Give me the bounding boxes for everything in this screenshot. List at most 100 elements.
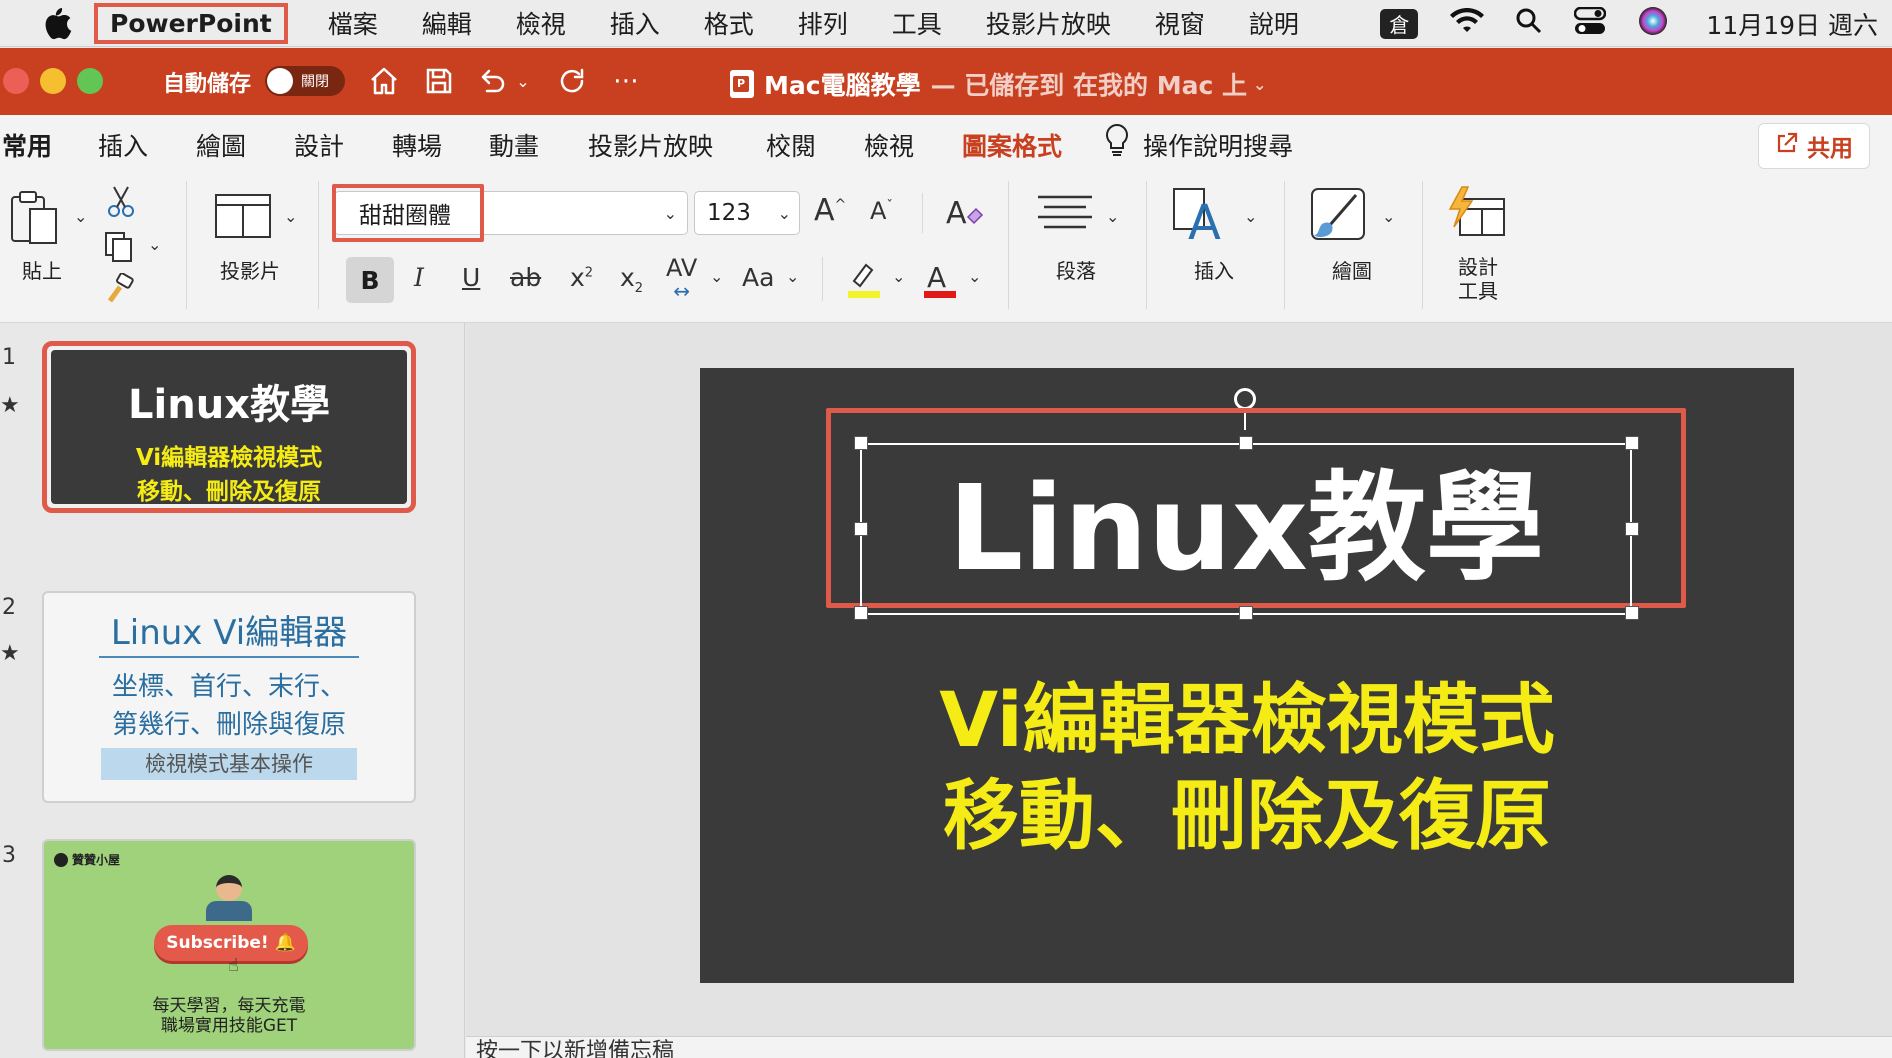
- slide-number: 2: [2, 595, 16, 620]
- resize-handle[interactable]: [1625, 606, 1639, 620]
- highlight-chevron-down-icon[interactable]: ⌄: [892, 267, 905, 286]
- menu-file[interactable]: 檔案: [328, 5, 378, 41]
- subscript-button[interactable]: x2: [620, 263, 643, 296]
- siri-icon[interactable]: [1638, 6, 1668, 42]
- copy-dropdown-chevron-icon[interactable]: ⌄: [148, 235, 161, 254]
- menu-insert[interactable]: 插入: [610, 5, 660, 41]
- title-textbox[interactable]: Linux教學: [860, 443, 1632, 615]
- slide-title[interactable]: Linux教學: [862, 463, 1630, 593]
- shrink-font-button[interactable]: Aˇ: [870, 197, 893, 225]
- menu-arrange[interactable]: 排列: [798, 5, 848, 41]
- character-spacing-button[interactable]: AV ↔: [666, 256, 697, 302]
- highlight-color-icon[interactable]: [846, 259, 882, 303]
- redo-icon[interactable]: [555, 64, 589, 98]
- insert-chevron-down-icon[interactable]: ⌄: [1244, 207, 1257, 226]
- font-size-chevron-down-icon[interactable]: ⌄: [778, 204, 791, 223]
- slide-thumbnail-3[interactable]: 贊贊小屋 Subscribe! 🔔 ☝ 每天學習，每天充電 職場實用技能GET: [42, 839, 416, 1051]
- more-options-icon[interactable]: ⋯: [610, 64, 644, 98]
- current-slide[interactable]: Linux教學 Vi編輯器檢視模式 移動、刪除及復原: [700, 368, 1794, 983]
- bold-button[interactable]: B: [346, 257, 394, 303]
- spacing-chevron-down-icon[interactable]: ⌄: [710, 267, 723, 286]
- menu-clock[interactable]: 11月19日 週六: [1706, 6, 1878, 42]
- tell-me-search[interactable]: 操作說明搜尋: [1143, 127, 1293, 163]
- change-case-button[interactable]: Aa: [742, 263, 774, 292]
- font-size-combobox[interactable]: 123 ⌄: [694, 191, 800, 235]
- share-button[interactable]: 共用: [1758, 123, 1870, 169]
- close-window-button[interactable]: [3, 68, 29, 94]
- undo-icon[interactable]: [474, 64, 508, 98]
- clear-formatting-icon[interactable]: A: [944, 193, 984, 237]
- tab-design[interactable]: 設計: [294, 127, 344, 163]
- resize-handle[interactable]: [1239, 436, 1253, 450]
- paragraph-align-icon[interactable]: [1036, 191, 1094, 241]
- tab-insert[interactable]: 插入: [98, 127, 148, 163]
- menu-slideshow[interactable]: 投影片放映: [986, 5, 1111, 41]
- copy-icon[interactable]: [104, 231, 134, 267]
- app-menu-powerpoint[interactable]: PowerPoint: [94, 2, 288, 44]
- tab-shape-format[interactable]: 圖案格式: [962, 127, 1062, 163]
- slide-thumbnail-2[interactable]: Linux Vi編輯器 坐標、首行、末行、 第幾行、刪除與復原 檢視模式基本操作: [42, 591, 416, 803]
- menu-tools[interactable]: 工具: [892, 5, 942, 41]
- slide-thumbnail-1[interactable]: Linux教學 Vi編輯器檢視模式 移動、刪除及復原: [42, 341, 416, 513]
- drawing-brush-icon[interactable]: [1310, 187, 1370, 247]
- menu-help[interactable]: 說明: [1249, 5, 1299, 41]
- menu-format[interactable]: 格式: [704, 5, 754, 41]
- menu-edit[interactable]: 編輯: [422, 5, 472, 41]
- resize-handle[interactable]: [1625, 436, 1639, 450]
- notes-pane[interactable]: 按一下以新增備忘稿: [466, 1036, 1892, 1058]
- grow-font-glyph: A: [814, 193, 835, 228]
- tab-view[interactable]: 檢視: [864, 127, 914, 163]
- paste-dropdown-chevron-icon[interactable]: ⌄: [74, 207, 87, 226]
- autosave-toggle[interactable]: 關閉: [265, 66, 345, 96]
- designer-lightning-icon[interactable]: [1446, 185, 1508, 247]
- resize-handle[interactable]: [1625, 522, 1639, 536]
- underline-button[interactable]: U: [462, 263, 480, 292]
- tab-review[interactable]: 校閱: [766, 127, 816, 163]
- home-icon[interactable]: [367, 64, 401, 98]
- grow-font-button[interactable]: A^: [814, 193, 846, 228]
- strikethrough-button[interactable]: ab: [510, 263, 541, 292]
- tab-animations[interactable]: 動畫: [489, 127, 539, 163]
- resize-handle[interactable]: [854, 436, 868, 450]
- new-slide-layout-icon[interactable]: [214, 193, 272, 243]
- slide-subtitle-line-2[interactable]: 移動、刪除及復原: [700, 770, 1794, 862]
- resize-handle[interactable]: [854, 522, 868, 536]
- resize-handle[interactable]: [854, 606, 868, 620]
- zoom-window-button[interactable]: [77, 68, 103, 94]
- apple-menu-icon[interactable]: [38, 4, 76, 42]
- undo-dropdown-chevron-icon[interactable]: ⌄: [512, 64, 534, 98]
- paste-label: 貼上: [22, 259, 62, 283]
- slide-subtitle-line-1[interactable]: Vi編輯器檢視模式: [700, 674, 1794, 766]
- share-label: 共用: [1807, 136, 1853, 162]
- minimize-window-button[interactable]: [40, 68, 66, 94]
- ribbon-separator: [922, 193, 923, 233]
- paste-button[interactable]: [10, 189, 68, 253]
- spotlight-search-icon[interactable]: [1516, 8, 1542, 40]
- input-method-icon[interactable]: 倉: [1380, 8, 1419, 39]
- save-icon[interactable]: [422, 64, 456, 98]
- superscript-button[interactable]: x2: [570, 263, 593, 292]
- cut-scissors-icon[interactable]: [106, 185, 136, 223]
- resize-handle[interactable]: [1239, 606, 1253, 620]
- paragraph-chevron-down-icon[interactable]: ⌄: [1106, 207, 1119, 226]
- font-name-chevron-down-icon[interactable]: ⌄: [664, 204, 677, 223]
- slide-dropdown-chevron-icon[interactable]: ⌄: [284, 207, 297, 226]
- wifi-icon[interactable]: [1450, 7, 1485, 40]
- insert-textbox-icon[interactable]: A: [1172, 187, 1232, 251]
- format-painter-icon[interactable]: [104, 272, 136, 309]
- menu-window[interactable]: 視窗: [1155, 5, 1205, 41]
- menu-view[interactable]: 檢視: [516, 5, 566, 41]
- title-chevron-down-icon: ⌄: [1252, 74, 1267, 94]
- tab-draw[interactable]: 繪圖: [196, 127, 246, 163]
- case-chevron-down-icon[interactable]: ⌄: [786, 267, 799, 286]
- font-color-icon[interactable]: A: [922, 259, 958, 303]
- font-color-chevron-down-icon[interactable]: ⌄: [968, 267, 981, 286]
- rotate-handle-icon[interactable]: [1234, 388, 1256, 410]
- tab-home[interactable]: 常用: [2, 127, 52, 177]
- control-center-icon[interactable]: [1574, 6, 1607, 41]
- draw-chevron-down-icon[interactable]: ⌄: [1382, 207, 1395, 226]
- italic-button[interactable]: I: [414, 263, 424, 292]
- tab-slideshow[interactable]: 投影片放映: [588, 127, 713, 163]
- document-title[interactable]: P Mac電腦教學 — 已儲存到 在我的 Mac 上 ⌄: [730, 66, 1266, 102]
- tab-transitions[interactable]: 轉場: [392, 127, 442, 163]
